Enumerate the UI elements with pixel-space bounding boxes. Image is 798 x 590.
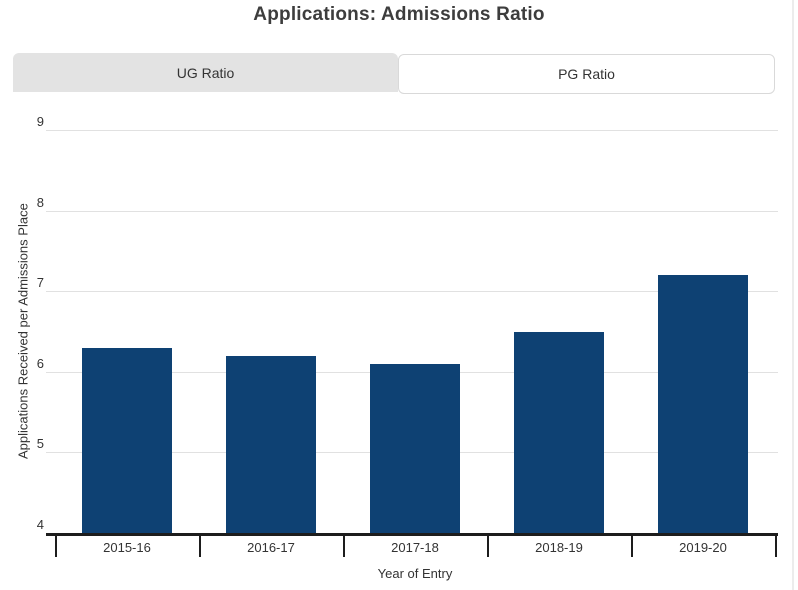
x-tick (55, 536, 57, 557)
x-tick-label: 2015-16 (55, 540, 199, 555)
bar-2018-19[interactable] (514, 332, 604, 534)
x-tick-label: 2018-19 (487, 540, 631, 555)
y-tick-label: 7 (14, 276, 44, 289)
x-tick-label: 2016-17 (199, 540, 343, 555)
x-axis-title: Year of Entry (55, 566, 775, 581)
y-tick-label: 5 (14, 437, 44, 450)
x-tick (487, 536, 489, 557)
y-tick-label: 6 (14, 357, 44, 370)
x-tick-label: 2019-20 (631, 540, 775, 555)
gridline (46, 130, 778, 131)
x-tick (199, 536, 201, 557)
bar-2016-17[interactable] (226, 356, 316, 533)
x-tick (775, 536, 777, 557)
x-tick (343, 536, 345, 557)
bar-2015-16[interactable] (82, 348, 172, 533)
y-tick-label: 9 (14, 115, 44, 128)
bar-2019-20[interactable] (658, 275, 748, 533)
x-axis-line (46, 533, 778, 536)
plot-area: 4 5 6 7 8 9 2015-162016-172017-182018-192019-2… (0, 0, 798, 590)
bar-2017-18[interactable] (370, 364, 460, 533)
y-tick-label: 8 (14, 196, 44, 209)
right-border (792, 0, 794, 590)
y-tick-label: 4 (14, 518, 44, 531)
gridline (46, 211, 778, 212)
x-tick (631, 536, 633, 557)
x-tick-label: 2017-18 (343, 540, 487, 555)
